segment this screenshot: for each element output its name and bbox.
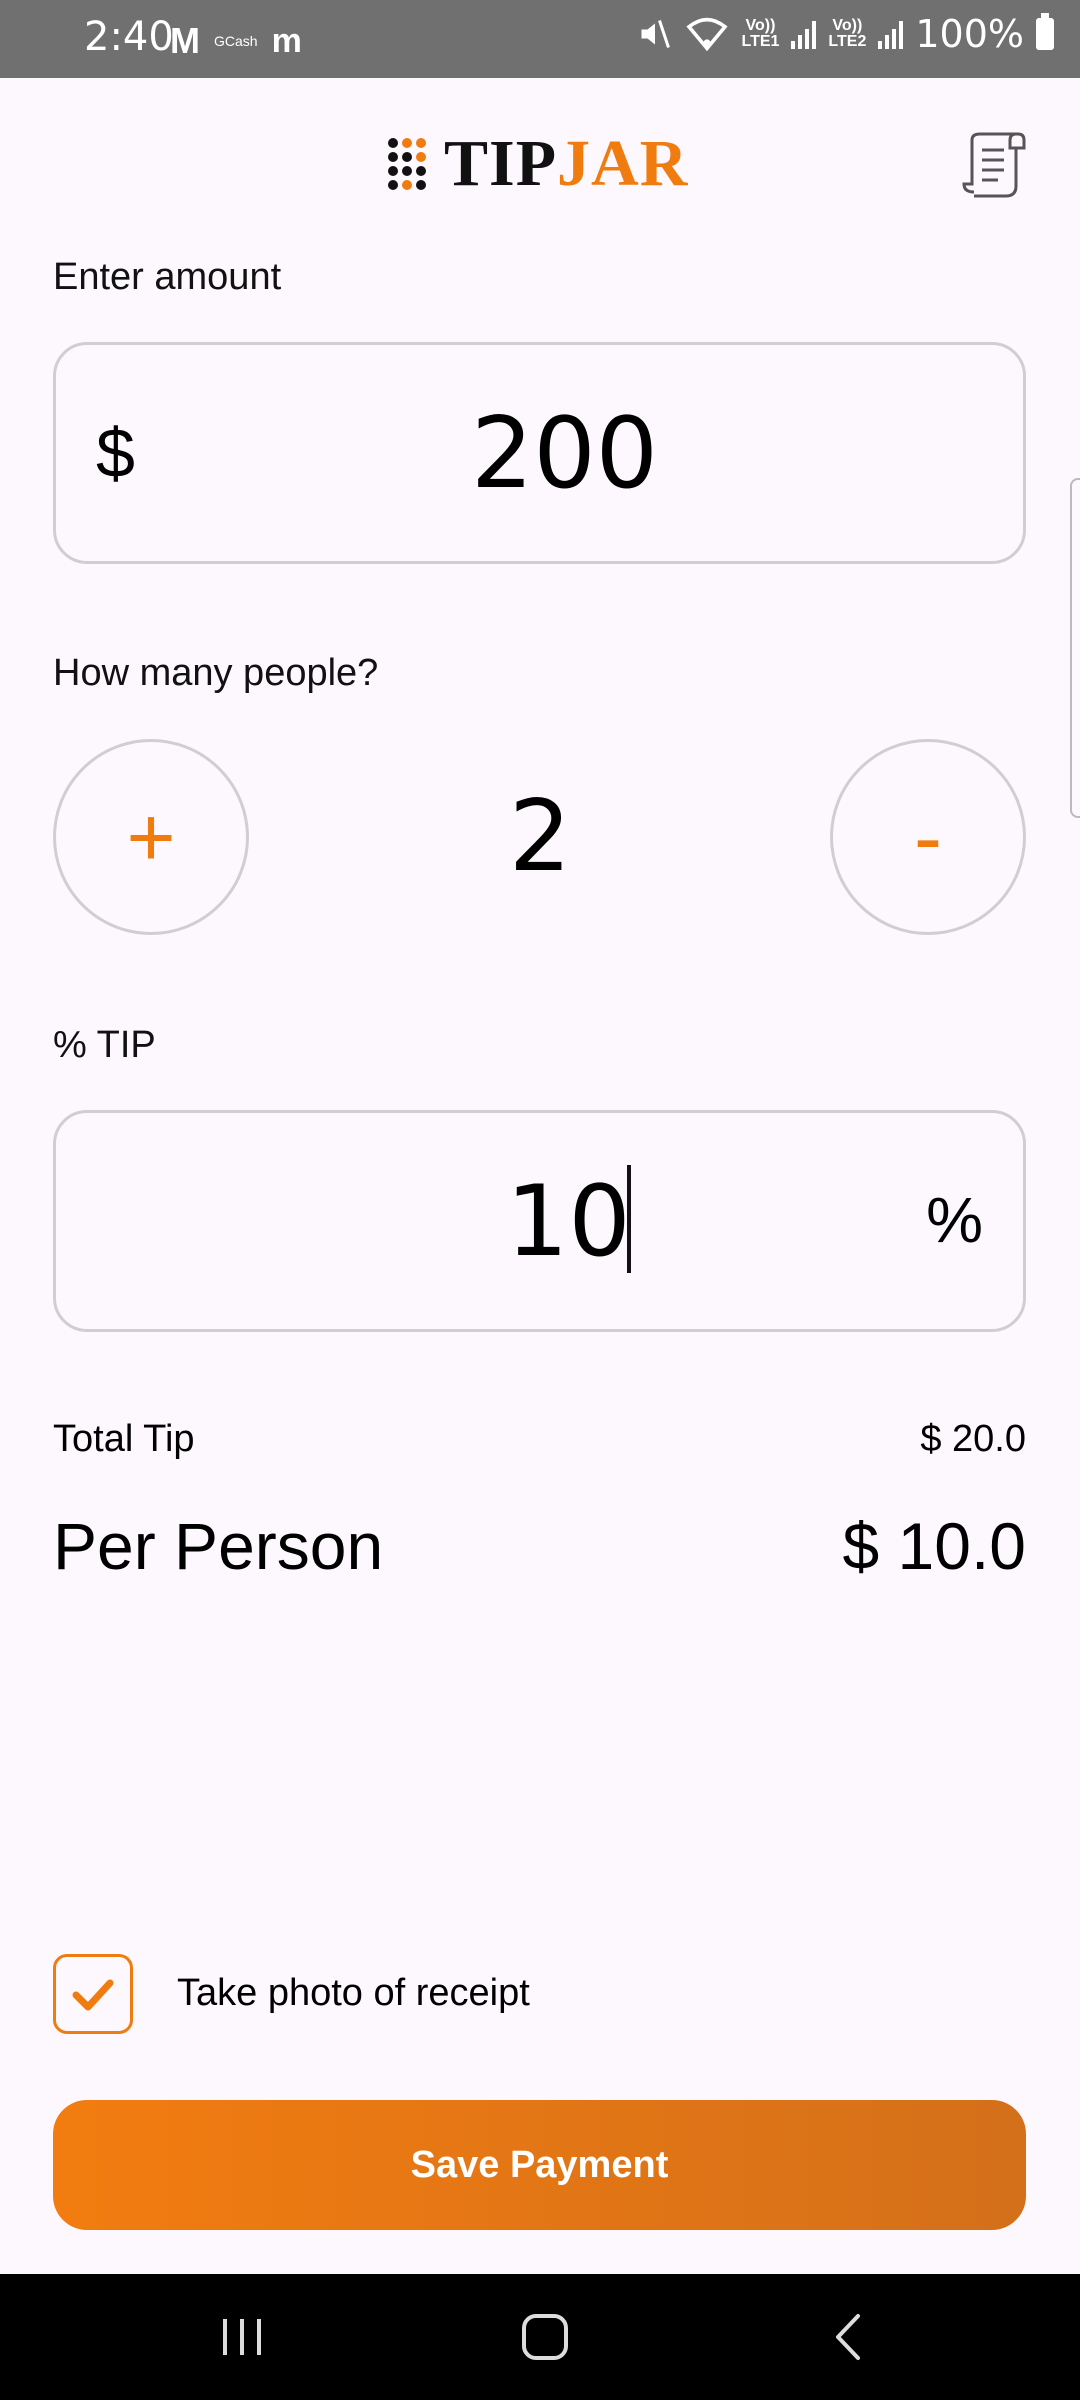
- status-bar: 2:40 M GCash m Vo)) LTE1 Vo)) LTE2 100%: [0, 0, 1080, 78]
- receipt-history-button[interactable]: [958, 130, 1026, 200]
- system-nav-bar: [0, 2274, 1080, 2400]
- amount-value: 200: [470, 397, 659, 511]
- amount-input[interactable]: $ 200: [53, 342, 1026, 564]
- back-button[interactable]: [808, 2304, 888, 2370]
- per-person-label: Per Person: [53, 1509, 384, 1583]
- home-button[interactable]: [505, 2304, 585, 2370]
- logo-text-jar: JAR: [557, 127, 689, 200]
- people-count: 2: [508, 780, 572, 894]
- gcash-icon: GCash: [214, 33, 258, 49]
- receipt-photo-checkbox[interactable]: [53, 1954, 133, 2034]
- lte1-icon: Vo)) LTE1: [741, 17, 780, 50]
- percent-symbol: %: [926, 1184, 983, 1256]
- amount-label: Enter amount: [53, 256, 282, 298]
- checkmark-icon: [72, 1979, 114, 2011]
- total-tip-value: $ 20.0: [920, 1418, 1026, 1460]
- recent-apps-button[interactable]: [202, 2304, 282, 2370]
- logo-text-tip: TIP: [444, 127, 558, 200]
- lte2-icon: Vo)) LTE2: [828, 17, 867, 50]
- people-label: How many people?: [53, 652, 379, 694]
- receipt-photo-label[interactable]: Take photo of receipt: [177, 1972, 530, 2015]
- signal-icon: [791, 19, 817, 49]
- per-person-value: $ 10.0: [842, 1509, 1027, 1583]
- back-icon: [836, 2314, 860, 2360]
- home-icon: [522, 2314, 568, 2360]
- tip-value: 10: [506, 1165, 631, 1279]
- save-payment-button[interactable]: Save Payment: [53, 2100, 1026, 2230]
- status-time: 2:40: [84, 14, 174, 60]
- messenger-icon: m: [271, 21, 302, 60]
- battery-icon: [1036, 13, 1054, 50]
- total-tip-label: Total Tip: [53, 1418, 195, 1460]
- tip-percent-input[interactable]: 10 %: [53, 1110, 1026, 1332]
- gmail-icon: M: [170, 20, 200, 61]
- mute-icon: [641, 20, 671, 48]
- increase-people-button[interactable]: +: [53, 739, 249, 935]
- recents-icon: [223, 2319, 261, 2355]
- logo-dots-icon: [388, 138, 426, 190]
- wifi-icon: [686, 17, 729, 52]
- notification-icons: M GCash m: [170, 20, 302, 62]
- app-logo: TIPJAR: [388, 126, 688, 202]
- text-cursor: [627, 1165, 631, 1273]
- battery-percent: 100%: [915, 12, 1024, 56]
- receipt-icon: [962, 132, 1026, 198]
- tip-label: % TIP: [53, 1024, 156, 1066]
- decrease-people-button[interactable]: -: [830, 739, 1026, 935]
- signal-icon: [878, 19, 904, 49]
- system-icons: Vo)) LTE1 Vo)) LTE2 100%: [637, 12, 1054, 56]
- edge-panel-handle[interactable]: [1070, 478, 1080, 818]
